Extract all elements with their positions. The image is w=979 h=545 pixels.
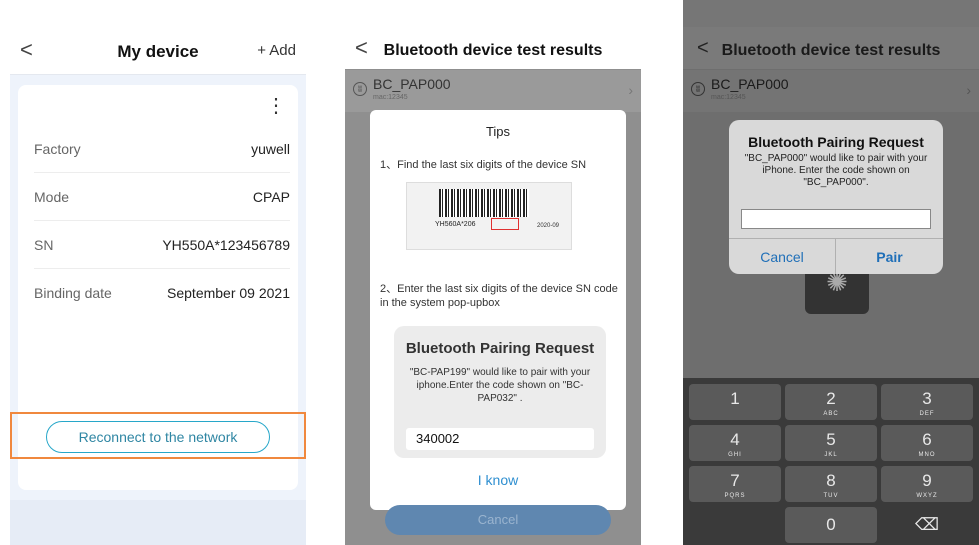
chevron-right-icon: › xyxy=(628,82,633,98)
step-2-text: 2、Enter the last six digits of the devic… xyxy=(380,283,618,309)
key-1[interactable]: 1 xyxy=(689,384,781,420)
status-bar xyxy=(10,0,306,27)
alert-buttons: Cancel Pair xyxy=(729,238,943,274)
info-row-mode: Mode CPAP xyxy=(34,173,290,221)
nav-bar: < Bluetooth device test results xyxy=(683,27,979,69)
barcode-sn-text: YH560A*206 xyxy=(435,221,476,228)
pairing-alert: Bluetooth Pairing Request "BC_PAP000" wo… xyxy=(729,120,943,274)
key-4[interactable]: 4 GHI xyxy=(689,425,781,461)
pair-button[interactable]: Pair xyxy=(836,239,943,274)
info-row-sn: SN YH550A*123456789 xyxy=(34,221,290,269)
key-8[interactable]: 8 TUV xyxy=(785,466,877,502)
row-label: SN xyxy=(34,237,54,253)
status-bar xyxy=(345,0,641,27)
add-button[interactable]: + Add xyxy=(257,42,296,59)
key-2[interactable]: 2 ABC xyxy=(785,384,877,420)
device-list-item[interactable]: ʬ BC_PAP000 mac:12345 › xyxy=(345,70,641,112)
row-value: YH550A*123456789 xyxy=(162,237,290,253)
step-1-text: 1、Find the last six digits of the device… xyxy=(380,159,587,171)
pairing-request-example: Bluetooth Pairing Request "BC-PAP199" wo… xyxy=(394,326,606,458)
info-row-binding-date: Binding date September 09 2021 xyxy=(34,269,290,317)
barcode-bars xyxy=(439,189,529,217)
numeric-keypad: 1 2 ABC 3 DEF 4 GHI 5 JKL 6 MNO 7 PQRS 8 TUV 9W… xyxy=(683,378,979,545)
chevron-right-icon: › xyxy=(966,82,971,98)
bluetooth-icon: ʬ xyxy=(691,82,705,96)
nav-bar: < Bluetooth device test results xyxy=(345,27,641,69)
test-results-tips-screen: < Bluetooth device test results ʬ BC_PAP… xyxy=(345,0,641,545)
page-title: Bluetooth device test results xyxy=(721,42,941,59)
barcode-label-image: YH560A*206 2020-09 xyxy=(406,182,572,250)
reconnect-button[interactable]: Reconnect to the network xyxy=(46,421,270,453)
more-menu-icon[interactable]: ⋮ xyxy=(266,93,286,118)
pairing-title: Bluetooth Pairing Request xyxy=(405,340,595,357)
pairing-message: "BC-PAP199" would like to pair with your… xyxy=(409,367,591,404)
alert-message: "BC_PAP000" would like to pair with your… xyxy=(744,153,928,188)
tips-dialog: Tips 1、Find the last six digits of the d… xyxy=(370,110,626,510)
alert-title: Bluetooth Pairing Request xyxy=(748,134,924,150)
row-label: Mode xyxy=(34,189,70,205)
delete-key-icon[interactable]: ⌫ xyxy=(881,507,973,543)
row-label: Binding date xyxy=(34,285,112,301)
cancel-button[interactable]: Cancel xyxy=(729,239,836,274)
key-6[interactable]: 6 MNO xyxy=(881,425,973,461)
status-bar xyxy=(683,0,979,27)
device-name: BC_PAP000 xyxy=(711,76,789,92)
cancel-button[interactable]: Cancel xyxy=(385,505,611,535)
device-mac: mac:12345 xyxy=(373,94,408,101)
nav-bar: < My device + Add xyxy=(10,27,306,75)
row-value: yuwell xyxy=(251,141,290,157)
my-device-screen: < My device + Add ⋮ Factory yuwell Mode … xyxy=(10,0,306,545)
key-7[interactable]: 7 PQRS xyxy=(689,466,781,502)
pairing-code-input[interactable] xyxy=(741,209,931,229)
i-know-button[interactable]: I know xyxy=(370,472,626,488)
bluetooth-icon: ʬ xyxy=(353,82,367,96)
key-3[interactable]: 3 DEF xyxy=(881,384,973,420)
device-name: BC_PAP000 xyxy=(373,76,451,92)
device-list-item[interactable]: ʬ BC_PAP000 mac:12345 › xyxy=(683,70,979,112)
info-row-factory: Factory yuwell xyxy=(34,125,290,173)
page-title: Bluetooth device test results xyxy=(383,42,603,59)
device-mac: mac:12345 xyxy=(711,94,746,101)
bluetooth-pairing-screen: < Bluetooth device test results ʬ BC_PAP… xyxy=(683,0,979,545)
tips-title: Tips xyxy=(485,124,511,139)
key-5[interactable]: 5 JKL xyxy=(785,425,877,461)
key-0[interactable]: 0 xyxy=(785,507,877,543)
pairing-code-field: 340002 xyxy=(406,428,594,450)
sn-highlight-box xyxy=(491,218,519,230)
bottom-area xyxy=(10,500,306,545)
barcode-date: 2020-09 xyxy=(537,223,560,229)
row-value: CPAP xyxy=(252,189,290,205)
key-9[interactable]: 9 WXYZ xyxy=(881,466,973,502)
row-label: Factory xyxy=(34,141,81,157)
row-value: September 09 2021 xyxy=(167,285,290,301)
